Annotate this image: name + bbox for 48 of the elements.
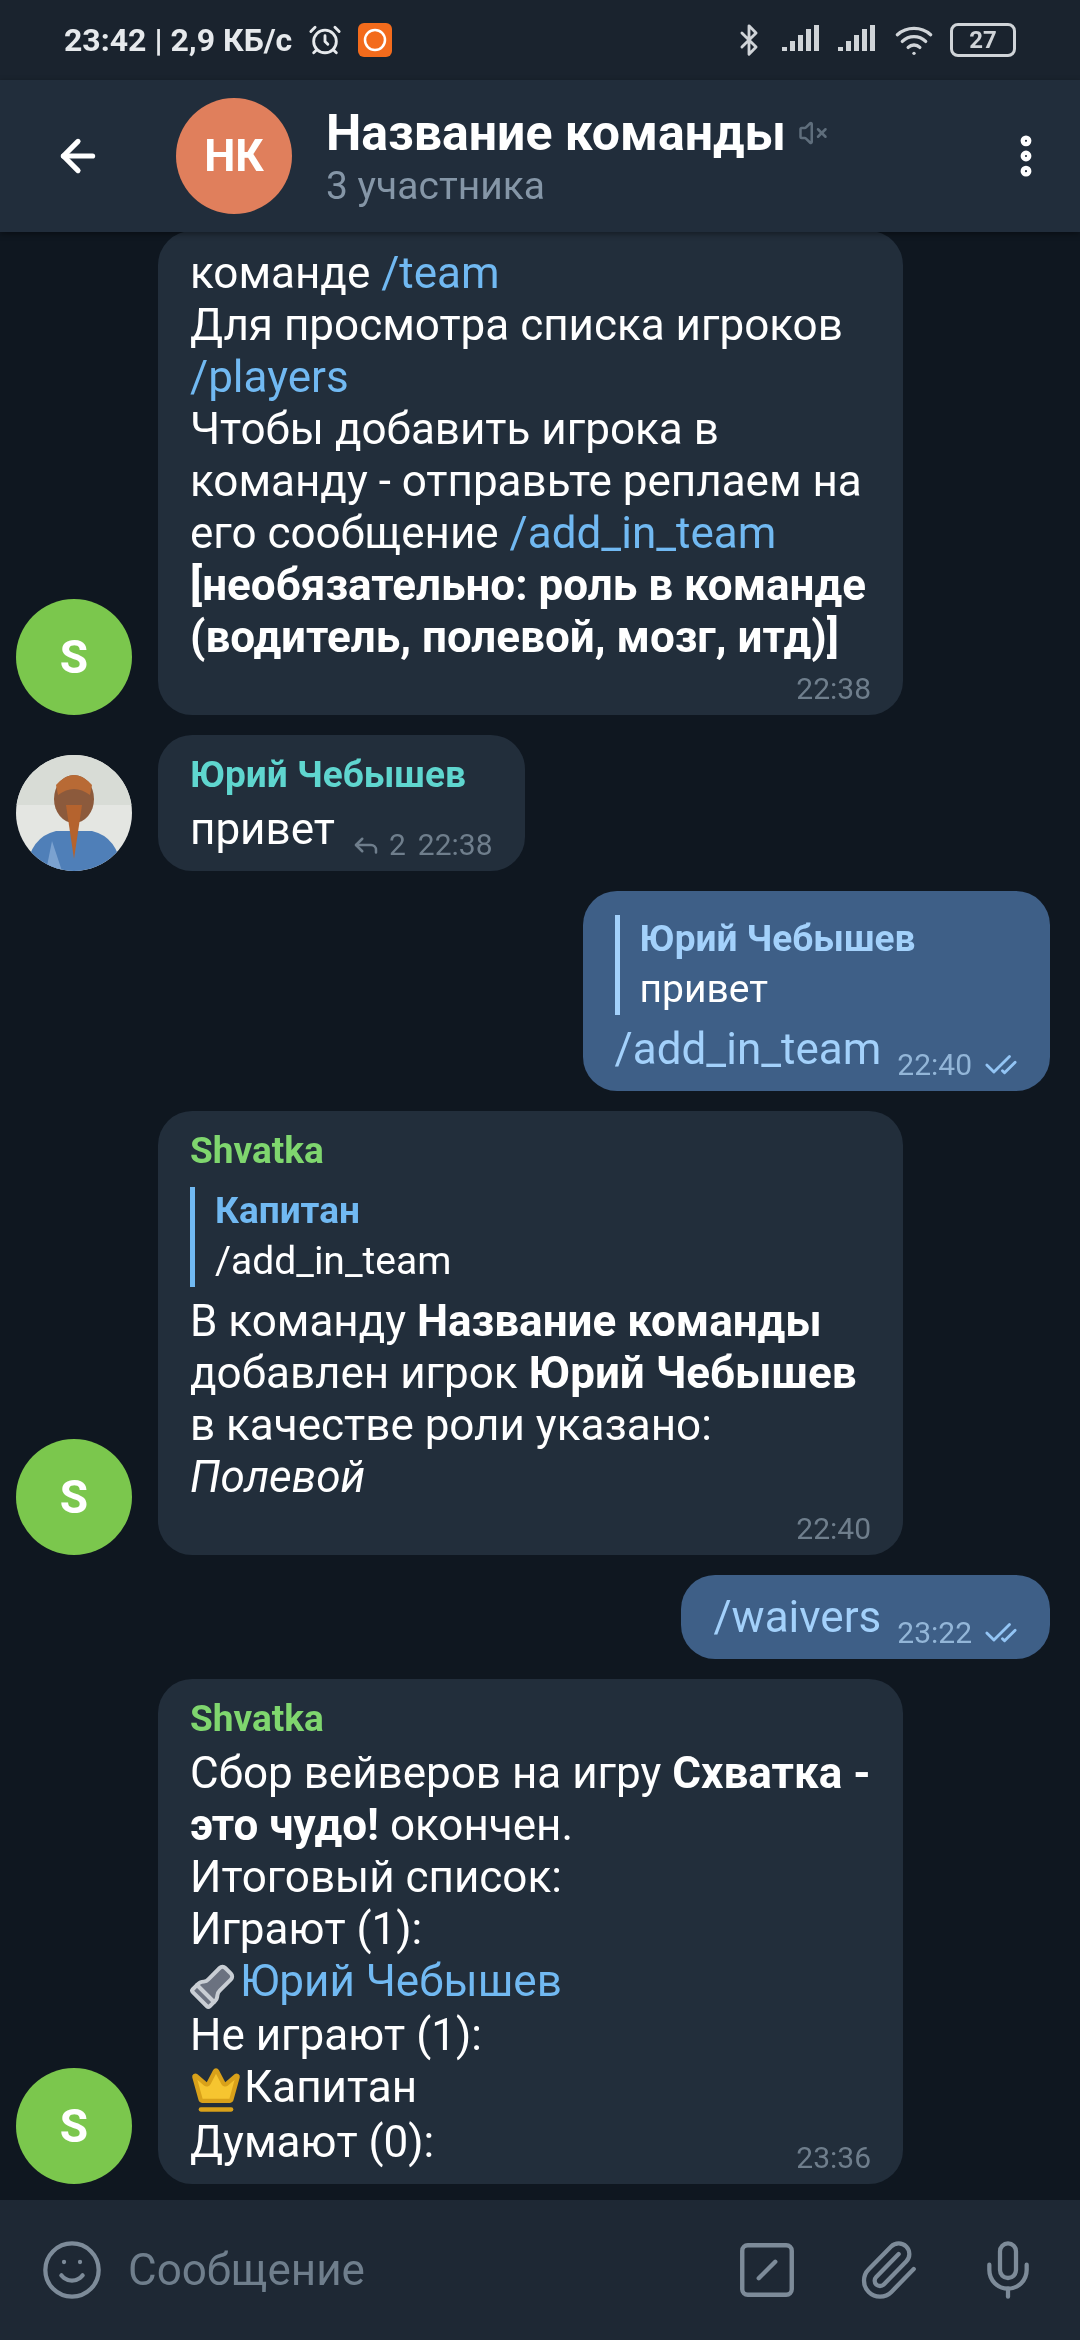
message-composer[interactable]: Сообщение xyxy=(0,2200,1080,2340)
incoming-message-bubble[interactable]: Shvatka Сбор вейверов на игру Схватка - это чудо! окончен. Итоговый список: Играют (1): Юрий Чебышев Не играют (1): Капитан Думают (0): 23:36 xyxy=(158,1679,903,2184)
quote-text: привет xyxy=(639,965,770,1015)
reply-count: 2 xyxy=(388,827,406,864)
battery-icon: 27 xyxy=(950,23,1016,57)
quote-text: /add_in_team xyxy=(215,1237,453,1287)
emoji-icon[interactable] xyxy=(40,2238,104,2302)
sender-name: Shvatka xyxy=(190,1128,325,1175)
message-text: Капитан xyxy=(190,2060,871,2116)
app-notification-icon xyxy=(358,23,393,57)
message-text: привет xyxy=(190,803,335,856)
message-input[interactable]: Сообщение xyxy=(128,2237,710,2303)
message-time: 22:40 xyxy=(796,1511,871,1548)
message-time: 23:36 xyxy=(796,2140,871,2176)
command-link[interactable]: /players xyxy=(190,351,349,404)
sender-name: Юрий Чебышев xyxy=(190,752,467,799)
outgoing-message-bubble[interactable]: /waivers 23:22 xyxy=(681,1575,1050,1660)
message-time: 22:38 xyxy=(796,671,871,708)
member-count: 3 участника xyxy=(326,163,546,209)
quote-author: Капитан xyxy=(215,1188,361,1235)
command-link[interactable]: /team xyxy=(381,247,500,300)
message-text: В команду Название команды добавлен игрок Юрий Чебышев в качестве роли указано: Полевой xyxy=(190,1295,858,1504)
message-text: Итоговый список: xyxy=(190,1851,563,1904)
command-link[interactable]: /add_in_team xyxy=(509,507,777,560)
outgoing-message-bubble[interactable]: Юрий Чебышев привет /add_in_team 22:40 xyxy=(582,891,1050,1092)
message-time: 22:38 xyxy=(417,827,493,864)
command-link[interactable]: Юрий Чебышев xyxy=(240,1955,562,2008)
status-time: 23:42 | 2,9 КБ/с xyxy=(64,20,293,61)
incoming-message-bubble[interactable]: Shvatka Капитан /add_in_team В команду Название команды добавлен игрок Юрий Чебышев в качестве роли указано: Полевой 22:40 xyxy=(158,1111,903,1556)
reply-quote[interactable]: Капитан /add_in_team xyxy=(190,1187,871,1288)
incoming-message-bubble[interactable]: Юрий Чебышев привет 2 22:38 xyxy=(158,735,525,872)
quote-author: Юрий Чебышев xyxy=(639,916,917,963)
message-text: Играют (1): xyxy=(190,1903,424,1956)
chat-title: Название команды xyxy=(326,103,787,163)
message-text: Сбор вейверов на игру Схватка - это чудо! окончен. xyxy=(190,1747,871,1852)
message-text: команде /team xyxy=(190,247,501,300)
message-text: Чтобы добавить игрока в команду - отправьте реплаем на его сообщение /add_in_team [необязательно: роль в команде (водитель, полевой, мозг, итд)] xyxy=(190,403,867,664)
command-link[interactable]: /add_in_team xyxy=(614,1023,882,1076)
message-text: Думают (0): xyxy=(190,2116,435,2168)
sender-name: Shvatka xyxy=(190,1696,325,1743)
message-time: 22:40 xyxy=(897,1047,972,1084)
message-text: Для просмотра списка игроков /players xyxy=(190,299,844,404)
reply-quote[interactable]: Юрий Чебышев привет xyxy=(614,915,1018,1016)
alarm-icon xyxy=(308,23,343,57)
incoming-message-bubble[interactable] xyxy=(158,232,903,716)
command-link[interactable]: /waivers xyxy=(713,1591,882,1644)
message-time: 23:22 xyxy=(897,1615,972,1652)
message-text: Не играют (1): xyxy=(190,2008,483,2061)
